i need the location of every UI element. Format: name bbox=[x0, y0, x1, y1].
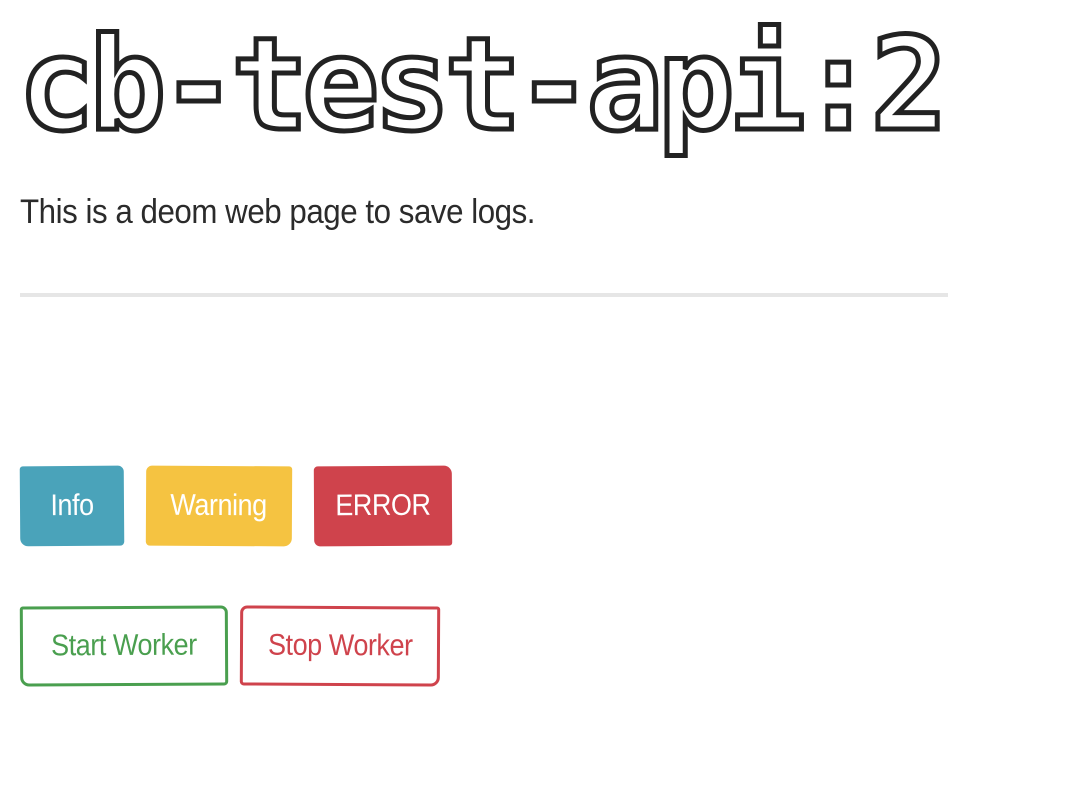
error-button[interactable]: ERROR bbox=[313, 465, 453, 547]
stop-worker-label: Stop Worker bbox=[267, 628, 413, 663]
page-title: cb-test-api:2 bbox=[16, 9, 951, 163]
start-worker-button[interactable]: Start Worker bbox=[19, 605, 229, 687]
page-description: This is a deom web page to save logs. bbox=[20, 193, 536, 231]
start-worker-label: Start Worker bbox=[51, 628, 197, 663]
stop-worker-button[interactable]: Stop Worker bbox=[239, 605, 441, 687]
divider bbox=[20, 293, 948, 297]
warning-button-label: Warning bbox=[170, 488, 268, 523]
info-button-label: Info bbox=[50, 488, 94, 523]
error-button-label: ERROR bbox=[335, 488, 431, 523]
warning-button[interactable]: Warning bbox=[145, 465, 293, 547]
info-button[interactable]: Info bbox=[19, 465, 125, 547]
page: cb-test-api:2 This is a deom web page to… bbox=[0, 0, 1090, 796]
